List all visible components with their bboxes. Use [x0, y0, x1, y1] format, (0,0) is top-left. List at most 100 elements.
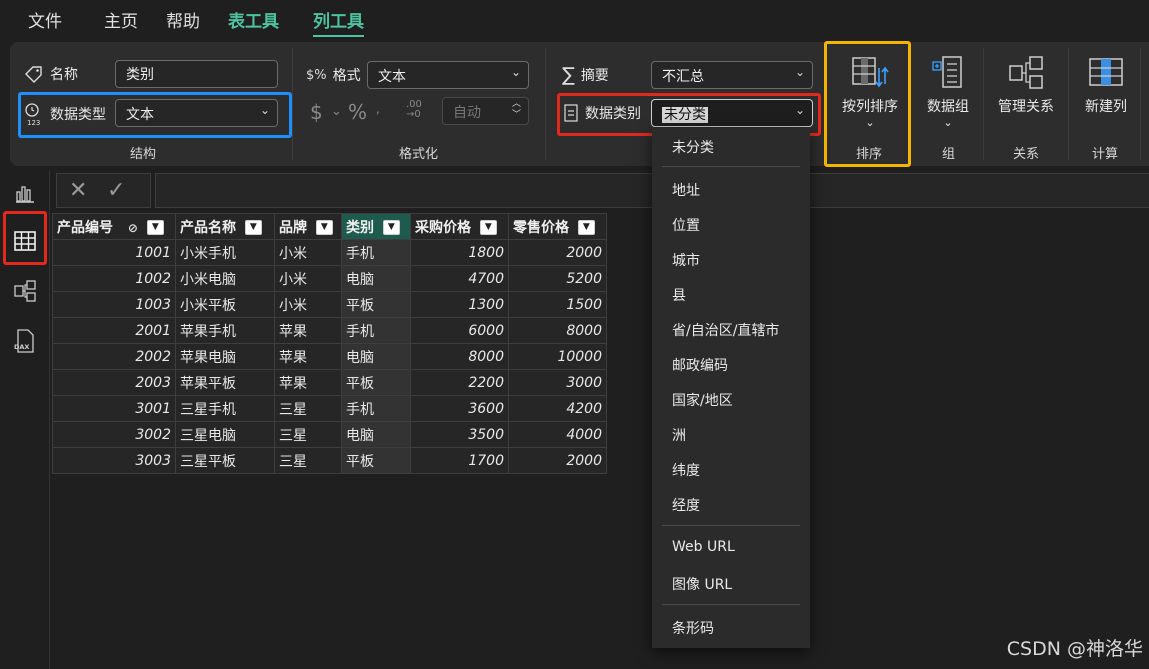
- table-cell[interactable]: 1001: [52, 239, 176, 266]
- table-cell[interactable]: 小米: [274, 239, 342, 266]
- table-cell[interactable]: 1300: [410, 291, 509, 318]
- table-cell[interactable]: 2000: [508, 239, 607, 266]
- manage-relationships-button[interactable]: 管理关系: [990, 54, 1062, 116]
- data-groups-button[interactable]: 数据组 ⌄: [918, 54, 978, 130]
- report-view-icon[interactable]: [12, 180, 38, 206]
- dropdown-option[interactable]: 洲: [672, 425, 686, 445]
- column-header[interactable]: 品牌 ▼: [274, 213, 342, 240]
- table-cell[interactable]: 三星手机: [175, 395, 275, 422]
- table-cell[interactable]: 苹果: [274, 317, 342, 344]
- percent-button[interactable]: %: [348, 100, 367, 124]
- table-cell[interactable]: 电脑: [341, 265, 411, 292]
- filter-dropdown-icon[interactable]: ▼: [382, 220, 400, 235]
- filter-dropdown-icon[interactable]: ▼: [315, 220, 333, 235]
- table-cell[interactable]: 1700: [410, 447, 509, 474]
- table-cell[interactable]: 1500: [508, 291, 607, 318]
- table-cell[interactable]: 电脑: [341, 343, 411, 370]
- commit-check-icon[interactable]: ✓: [107, 178, 125, 203]
- table-cell[interactable]: 三星平板: [175, 447, 275, 474]
- table-cell[interactable]: 小米: [274, 265, 342, 292]
- table-cell[interactable]: 1002: [52, 265, 176, 292]
- filter-dropdown-icon[interactable]: ▼: [146, 220, 164, 235]
- menu-help[interactable]: 帮助: [166, 7, 200, 32]
- table-cell[interactable]: 6000: [410, 317, 509, 344]
- column-header[interactable]: 采购价格 ▼: [410, 213, 509, 240]
- table-cell[interactable]: 4700: [410, 265, 509, 292]
- table-cell[interactable]: 电脑: [341, 421, 411, 448]
- menu-home[interactable]: 主页: [104, 7, 138, 32]
- cancel-icon[interactable]: ✕: [69, 178, 87, 203]
- table-cell[interactable]: 三星: [274, 447, 342, 474]
- menu-file[interactable]: 文件: [28, 7, 62, 32]
- menu-table-tools[interactable]: 表工具: [228, 7, 279, 32]
- currency-chevron-icon[interactable]: ⌄: [331, 104, 342, 119]
- dropdown-option[interactable]: 省/自治区/直辖市: [672, 320, 779, 340]
- table-cell[interactable]: 4000: [508, 421, 607, 448]
- filter-dropdown-icon[interactable]: ▼: [479, 220, 497, 235]
- column-header-selected[interactable]: 类别 ▼: [341, 213, 411, 240]
- decimal-places-spinner[interactable]: 自动 ︿ ﹀: [442, 97, 529, 125]
- format-select[interactable]: 文本 ⌄: [367, 61, 529, 89]
- table-cell[interactable]: 三星: [274, 421, 342, 448]
- table-cell[interactable]: 三星: [274, 395, 342, 422]
- table-cell[interactable]: 3001: [52, 395, 176, 422]
- table-cell[interactable]: 2003: [52, 369, 176, 396]
- model-view-icon[interactable]: [12, 278, 38, 304]
- summary-select[interactable]: 不汇总 ⌄: [651, 61, 813, 89]
- column-header[interactable]: 产品名称 ▼: [175, 213, 275, 240]
- dax-query-view-icon[interactable]: DAX: [12, 328, 38, 354]
- table-cell[interactable]: 苹果: [274, 369, 342, 396]
- table-cell[interactable]: 4200: [508, 395, 607, 422]
- dropdown-option[interactable]: 条形码: [672, 618, 714, 638]
- table-cell[interactable]: 8000: [410, 343, 509, 370]
- table-cell[interactable]: 平板: [341, 369, 411, 396]
- table-cell[interactable]: 苹果电脑: [175, 343, 275, 370]
- new-column-button[interactable]: 新建列: [1076, 54, 1136, 116]
- table-cell[interactable]: 1800: [410, 239, 509, 266]
- filter-dropdown-icon[interactable]: ▼: [244, 220, 262, 235]
- table-cell[interactable]: 1003: [52, 291, 176, 318]
- dropdown-option[interactable]: 图像 URL: [672, 574, 732, 594]
- dropdown-option[interactable]: 位置: [672, 215, 700, 235]
- table-cell[interactable]: 平板: [341, 291, 411, 318]
- table-cell[interactable]: 3500: [410, 421, 509, 448]
- dropdown-option[interactable]: 地址: [672, 180, 700, 200]
- table-cell[interactable]: 10000: [508, 343, 607, 370]
- table-cell[interactable]: 小米平板: [175, 291, 275, 318]
- table-cell[interactable]: 3600: [410, 395, 509, 422]
- menu-column-tools[interactable]: 列工具: [313, 7, 364, 37]
- table-cell[interactable]: 3000: [508, 369, 607, 396]
- column-header[interactable]: 产品编号 ⊘ ▼: [52, 213, 176, 240]
- dropdown-option[interactable]: 国家/地区: [672, 390, 733, 410]
- decimal-adjust-icon[interactable]: .00 →0: [406, 100, 422, 120]
- table-cell[interactable]: 小米手机: [175, 239, 275, 266]
- column-header[interactable]: 零售价格 ▼: [508, 213, 607, 240]
- currency-button[interactable]: $: [310, 100, 323, 124]
- table-cell[interactable]: 苹果平板: [175, 369, 275, 396]
- dropdown-option[interactable]: 邮政编码: [672, 355, 728, 375]
- table-cell[interactable]: 苹果: [274, 343, 342, 370]
- table-cell[interactable]: 手机: [341, 239, 411, 266]
- table-cell[interactable]: 小米: [274, 291, 342, 318]
- table-cell[interactable]: 手机: [341, 317, 411, 344]
- table-cell[interactable]: 8000: [508, 317, 607, 344]
- name-input[interactable]: [115, 60, 278, 88]
- table-cell[interactable]: 2000: [508, 447, 607, 474]
- dropdown-option[interactable]: Web URL: [672, 539, 735, 555]
- table-cell[interactable]: 5200: [508, 265, 607, 292]
- dropdown-option[interactable]: 经度: [672, 495, 700, 515]
- dropdown-option[interactable]: 未分类: [672, 137, 714, 157]
- filter-dropdown-icon[interactable]: ▼: [577, 220, 595, 235]
- dropdown-option[interactable]: 纬度: [672, 460, 700, 480]
- dropdown-option[interactable]: 县: [672, 285, 686, 305]
- table-view-icon[interactable]: [12, 228, 38, 254]
- table-cell[interactable]: 3002: [52, 421, 176, 448]
- table-cell[interactable]: 2001: [52, 317, 176, 344]
- table-cell[interactable]: 手机: [341, 395, 411, 422]
- table-cell[interactable]: 小米电脑: [175, 265, 275, 292]
- table-cell[interactable]: 苹果手机: [175, 317, 275, 344]
- comma-style-icon[interactable]: ,: [376, 102, 380, 116]
- table-cell[interactable]: 2200: [410, 369, 509, 396]
- table-cell[interactable]: 3003: [52, 447, 176, 474]
- table-cell[interactable]: 2002: [52, 343, 176, 370]
